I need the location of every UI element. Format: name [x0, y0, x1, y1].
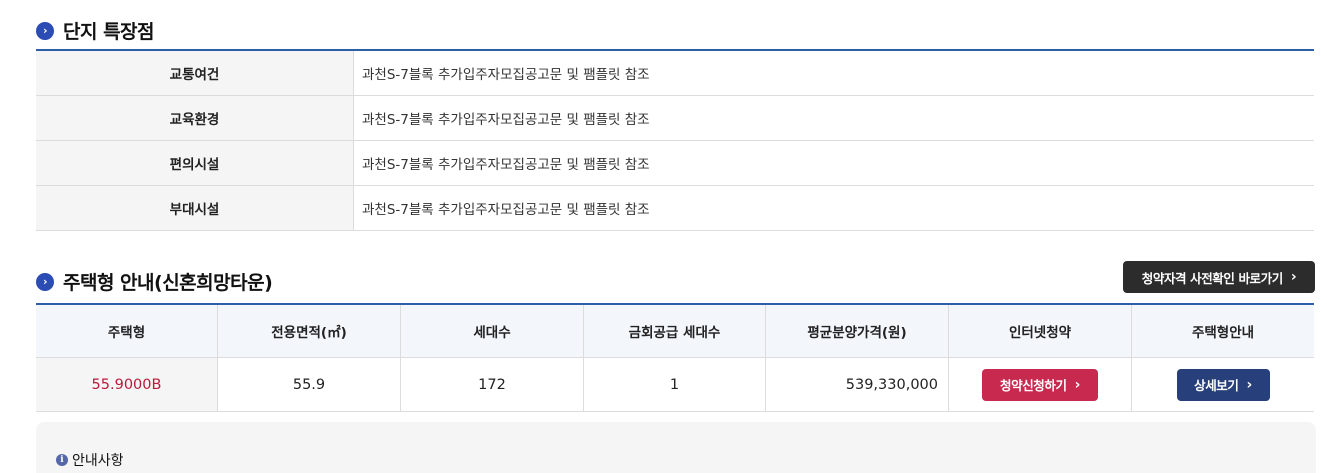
table-header-row: 주택형 전용면적(㎡) 세대수 금회공급 세대수 평균분양가격(원) 인터넷청약…: [36, 305, 1314, 358]
cell-households: 172: [401, 358, 584, 411]
notice-box: i 안내사항: [36, 422, 1316, 473]
info-icon: i: [56, 454, 68, 466]
housing-title-text: 주택형 안내(신혼희망타운): [63, 272, 273, 294]
header-price: 평균분양가격(원): [766, 305, 949, 357]
header-supply: 금회공급 세대수: [584, 305, 766, 357]
table-row: 부대시설 과천S-7블록 추가입주자모집공고문 및 팸플릿 참조: [36, 186, 1314, 231]
cell-detail: 상세보기 ›: [1132, 358, 1314, 411]
header-type: 주택형: [36, 305, 218, 357]
header-internet-apply: 인터넷청약: [949, 305, 1132, 357]
cell-supply: 1: [584, 358, 766, 411]
housing-table: 주택형 전용면적(㎡) 세대수 금회공급 세대수 평균분양가격(원) 인터넷청약…: [36, 303, 1314, 412]
row-label: 편의시설: [36, 141, 354, 185]
chevron-right-icon: ›: [1074, 376, 1081, 393]
chevron-right-circle-icon: ›: [36, 272, 54, 291]
precheck-eligibility-button[interactable]: 청약자격 사전확인 바로가기 ›: [1123, 261, 1315, 293]
apply-button-label: 청약신청하기: [1000, 378, 1067, 393]
header-area: 전용면적(㎡): [218, 305, 401, 357]
cell-area: 55.9: [218, 358, 401, 411]
features-title-text: 단지 특장점: [63, 21, 155, 43]
row-value: 과천S-7블록 추가입주자모집공고문 및 팸플릿 참조: [362, 202, 650, 218]
cell-price: 539,330,000: [766, 358, 949, 411]
table-row: 편의시설 과천S-7블록 추가입주자모집공고문 및 팸플릿 참조: [36, 141, 1314, 186]
detail-button-label: 상세보기: [1194, 378, 1239, 393]
features-section-title: › 단지 특장점: [36, 17, 155, 44]
housing-section-title: › 주택형 안내(신혼희망타운): [36, 268, 273, 295]
row-label: 교육환경: [36, 96, 354, 140]
notice-title-text: 안내사항: [72, 453, 124, 469]
row-value: 과천S-7블록 추가입주자모집공고문 및 팸플릿 참조: [362, 112, 650, 128]
chevron-right-circle-icon: ›: [36, 21, 54, 40]
detail-view-button[interactable]: 상세보기 ›: [1176, 368, 1270, 401]
cell-apply: 청약신청하기 ›: [949, 358, 1132, 411]
page: › 단지 특장점 교통여건 과천S-7블록 추가입주자모집공고문 및 팸플릿 참…: [0, 0, 1327, 473]
notice-title: i 안내사항: [56, 450, 124, 470]
header-households: 세대수: [401, 305, 584, 357]
row-label: 교통여건: [36, 51, 354, 95]
cell-type: 55.9000B: [36, 358, 218, 411]
table-row: 교육환경 과천S-7블록 추가입주자모집공고문 및 팸플릿 참조: [36, 96, 1314, 141]
row-label: 부대시설: [36, 186, 354, 230]
features-table: 교통여건 과천S-7블록 추가입주자모집공고문 및 팸플릿 참조 교육환경 과천…: [36, 49, 1314, 231]
precheck-button-label: 청약자격 사전확인 바로가기: [1141, 270, 1284, 286]
chevron-right-icon: ›: [1290, 269, 1297, 285]
row-value: 과천S-7블록 추가입주자모집공고문 및 팸플릿 참조: [362, 67, 650, 83]
header-type-guide: 주택형안내: [1191, 325, 1255, 341]
apply-button[interactable]: 청약신청하기 ›: [982, 368, 1098, 401]
row-value: 과천S-7블록 추가입주자모집공고문 및 팸플릿 참조: [362, 157, 650, 173]
table-row: 55.9000B 55.9 172 1 539,330,000 청약신청하기 ›…: [36, 358, 1314, 412]
chevron-right-icon: ›: [1246, 376, 1253, 393]
table-row: 교통여건 과천S-7블록 추가입주자모집공고문 및 팸플릿 참조: [36, 51, 1314, 96]
